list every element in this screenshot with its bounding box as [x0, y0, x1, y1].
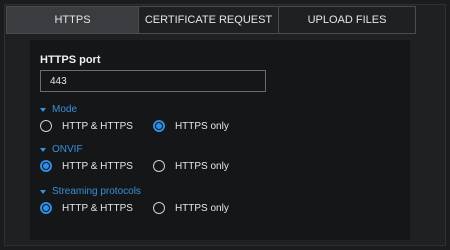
section-title-mode[interactable]: Mode — [40, 104, 77, 115]
https-port-input[interactable] — [40, 70, 266, 92]
onvif-radio-group: HTTP & HTTPS HTTPS only — [40, 160, 249, 172]
chevron-down-icon — [40, 107, 46, 112]
radio-button[interactable] — [40, 160, 52, 172]
onvif-option-https-only[interactable]: HTTPS only — [152, 160, 229, 172]
https-port-label: HTTPS port — [40, 54, 101, 66]
section-title-mode-label: Mode — [52, 104, 78, 115]
onvif-option-http-https[interactable]: HTTP & HTTPS — [40, 160, 133, 172]
section-title-onvif-label: ONVIF — [52, 144, 83, 155]
option-label: HTTPS only — [174, 202, 229, 214]
mode-option-https-only[interactable]: HTTPS only — [152, 120, 229, 132]
mode-option-http-https[interactable]: HTTP & HTTPS — [40, 120, 133, 132]
tab-https[interactable]: HTTPS — [7, 7, 139, 33]
streaming-radio-group: HTTP & HTTPS HTTPS only — [40, 202, 249, 214]
section-title-streaming-label: Streaming protocols — [52, 186, 141, 197]
radio-button[interactable] — [152, 202, 165, 214]
tab-bar: HTTPS CERTIFICATE REQUEST UPLOAD FILES — [6, 6, 416, 34]
section-title-streaming-protocols[interactable]: Streaming protocols — [40, 186, 141, 197]
streaming-option-http-https[interactable]: HTTP & HTTPS — [40, 202, 133, 214]
radio-button[interactable] — [40, 120, 52, 132]
option-label: HTTPS only — [174, 120, 229, 132]
option-label: HTTP & HTTPS — [62, 202, 133, 214]
section-title-onvif[interactable]: ONVIF — [40, 144, 83, 155]
streaming-option-https-only[interactable]: HTTPS only — [152, 202, 229, 214]
option-label: HTTPS only — [174, 160, 229, 172]
tab-upload-files[interactable]: UPLOAD FILES — [279, 7, 415, 33]
option-label: HTTP & HTTPS — [62, 120, 133, 132]
mode-radio-group: HTTP & HTTPS HTTPS only — [40, 120, 249, 132]
tab-certificate-request[interactable]: CERTIFICATE REQUEST — [139, 7, 279, 33]
chevron-down-icon — [40, 189, 46, 194]
option-label: HTTP & HTTPS — [62, 160, 133, 172]
radio-button[interactable] — [40, 202, 52, 214]
chevron-down-icon — [40, 147, 46, 152]
radio-button[interactable] — [152, 120, 165, 132]
https-content: HTTPS port Mode HTTP & HTTPS HTTPS only … — [30, 40, 410, 240]
radio-button[interactable] — [152, 160, 165, 172]
